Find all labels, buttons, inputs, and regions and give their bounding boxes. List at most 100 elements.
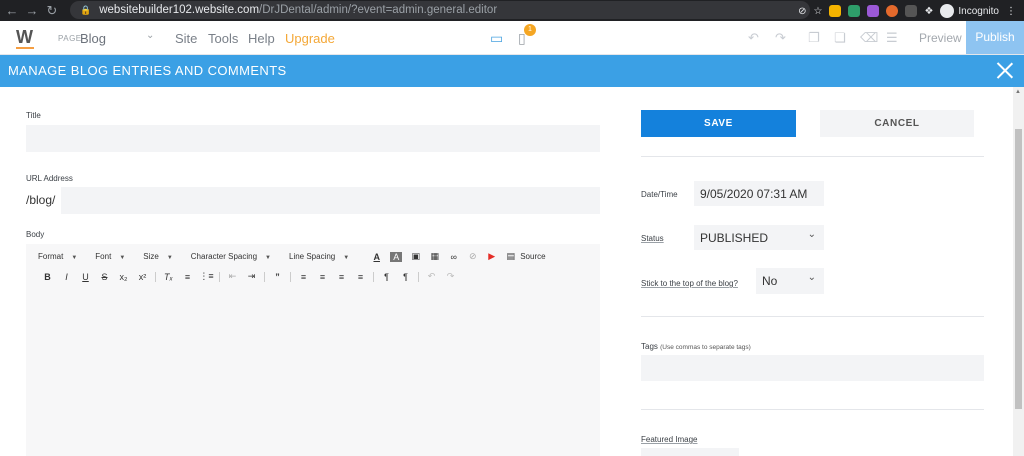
- featured-image-upload[interactable]: [641, 448, 739, 456]
- eye-off-icon[interactable]: ⊘: [798, 6, 806, 17]
- chevron-down-icon: ⌄: [807, 229, 816, 240]
- star-icon[interactable]: ☆: [813, 6, 822, 17]
- menu-help[interactable]: Help: [248, 31, 275, 46]
- scroll-up-icon[interactable]: ▲: [1015, 89, 1021, 95]
- extension-icon[interactable]: [829, 5, 842, 17]
- status-select[interactable]: PUBLISHED ⌄: [694, 225, 824, 250]
- rich-text-editor[interactable]: Format ▼ Font ▼ Size ▼ Character Spacing ▼ L…: [26, 244, 600, 456]
- font-dropdown[interactable]: Font ▼: [95, 252, 125, 261]
- lock-icon: 🔒: [80, 4, 92, 15]
- bg-color-icon[interactable]: A: [390, 251, 403, 262]
- puzzle-icon[interactable]: ❖: [924, 6, 933, 17]
- menu-site[interactable]: Site: [175, 31, 197, 46]
- scrollbar[interactable]: ▲: [1013, 87, 1024, 456]
- featured-image-label: Featured Image: [641, 435, 698, 444]
- justify-icon[interactable]: ≡: [351, 272, 370, 282]
- url-path: /DrJDental/admin/?event=admin.general.ed…: [259, 4, 498, 16]
- image-icon[interactable]: ▣: [406, 251, 425, 262]
- ltr-icon[interactable]: ¶: [377, 272, 396, 282]
- title-label: Title: [26, 111, 41, 120]
- stick-label: Stick to the top of the blog?: [641, 279, 738, 288]
- publish-button[interactable]: Publish: [966, 21, 1024, 54]
- underline-icon[interactable]: U: [76, 272, 95, 282]
- line-spacing-dropdown[interactable]: Line Spacing ▼: [289, 252, 349, 261]
- undo-icon[interactable]: ↶: [422, 271, 441, 282]
- save-button[interactable]: SAVE: [641, 110, 796, 137]
- cancel-button[interactable]: CANCEL: [820, 110, 974, 137]
- copy-icon[interactable]: ❐: [808, 30, 820, 46]
- notification-badge: 1: [524, 24, 536, 36]
- char-spacing-dropdown[interactable]: Character Spacing ▼: [191, 252, 271, 261]
- indent-icon[interactable]: ⇥: [242, 271, 261, 282]
- blockquote-icon[interactable]: ”: [268, 272, 287, 282]
- datetime-label: Date/Time: [641, 190, 678, 199]
- menu-upgrade[interactable]: Upgrade: [285, 31, 335, 46]
- page-prefix: PAGE: [58, 34, 82, 43]
- undo-icon[interactable]: ↶: [748, 30, 759, 46]
- italic-icon[interactable]: I: [57, 272, 76, 282]
- stick-select[interactable]: No ⌄: [756, 268, 824, 294]
- profile-button[interactable]: Incognito: [940, 4, 999, 18]
- datetime-input[interactable]: 9/05/2020 07:31 AM: [694, 181, 824, 206]
- source-button[interactable]: Source: [520, 252, 545, 261]
- bulleted-list-icon[interactable]: ⋮≡: [197, 271, 216, 282]
- superscript-icon[interactable]: x²: [133, 272, 152, 282]
- avatar: [940, 4, 955, 18]
- modal-title: MANAGE BLOG ENTRIES AND COMMENTS: [8, 63, 287, 78]
- numbered-list-icon[interactable]: ≡: [178, 272, 197, 282]
- close-icon[interactable]: [996, 61, 1014, 79]
- tags-label: Tags (Use commas to separate tags): [641, 342, 751, 351]
- preview-button[interactable]: Preview: [919, 31, 962, 45]
- extension-icon[interactable]: [867, 5, 880, 17]
- browser-toolbar: ← → ↻ 🔒 websitebuilder102.website.com/Dr…: [0, 0, 1024, 21]
- extension-icon[interactable]: [886, 5, 899, 17]
- desktop-icon[interactable]: ▭: [490, 30, 503, 47]
- url-input[interactable]: [61, 187, 600, 214]
- title-input[interactable]: [26, 125, 600, 152]
- align-center-icon[interactable]: ≡: [313, 272, 332, 282]
- subscript-icon[interactable]: x₂: [114, 272, 133, 282]
- menu-tools[interactable]: Tools: [208, 31, 238, 46]
- reload-icon[interactable]: ↻: [42, 3, 62, 19]
- strikethrough-icon[interactable]: S: [95, 272, 114, 282]
- format-dropdown[interactable]: Format ▼: [38, 252, 77, 261]
- align-left-icon[interactable]: ≡: [294, 272, 313, 282]
- back-icon[interactable]: ←: [2, 3, 22, 18]
- url-label: URL Address: [26, 174, 73, 183]
- status-value: PUBLISHED: [700, 230, 769, 245]
- paste-icon[interactable]: ❏: [834, 30, 846, 46]
- page-selector[interactable]: Blog: [80, 31, 106, 46]
- logo[interactable]: W: [16, 27, 34, 49]
- rtl-icon[interactable]: ¶: [396, 272, 415, 282]
- status-label: Status: [641, 234, 664, 243]
- extension-icon[interactable]: [848, 5, 861, 17]
- link-icon[interactable]: ∞: [444, 252, 463, 262]
- divider: [641, 316, 984, 317]
- tags-input[interactable]: [641, 355, 984, 381]
- text-color-icon[interactable]: A: [367, 252, 386, 262]
- body-label: Body: [26, 230, 45, 239]
- scrollbar-thumb[interactable]: [1015, 129, 1022, 409]
- trash-icon[interactable]: ⌫: [860, 30, 878, 46]
- source-icon[interactable]: ▤: [501, 251, 520, 262]
- clear-format-icon[interactable]: Tₓ: [159, 272, 178, 282]
- url-host: websitebuilder102.website.com: [99, 4, 260, 16]
- table-icon[interactable]: ▦: [425, 251, 444, 262]
- extension-icon[interactable]: [905, 5, 918, 17]
- url-prefix: /blog/: [26, 193, 56, 207]
- redo-icon[interactable]: ↷: [441, 271, 460, 282]
- unlink-icon[interactable]: ⊘: [463, 251, 482, 262]
- bold-icon[interactable]: B: [38, 272, 57, 282]
- size-dropdown[interactable]: Size ▼: [143, 252, 173, 261]
- forward-icon[interactable]: →: [22, 3, 42, 18]
- editor-topbar: W PAGE Blog ⌄ Site Tools Help Upgrade ▭ …: [0, 21, 1024, 55]
- youtube-icon[interactable]: ▶: [482, 251, 501, 262]
- editor-toolbar-row-2: B I U S x₂ x² Tₓ ≡ ⋮≡ ⇤ ⇥ ” ≡ ≡ ≡ ≡ ¶ ¶ …: [38, 271, 460, 282]
- outdent-icon[interactable]: ⇤: [223, 271, 242, 282]
- align-right-icon[interactable]: ≡: [332, 272, 351, 282]
- chevron-down-icon[interactable]: ⌄: [146, 30, 154, 41]
- redo-icon[interactable]: ↷: [775, 30, 786, 46]
- layers-icon[interactable]: ☰: [886, 30, 898, 46]
- address-bar[interactable]: 🔒 websitebuilder102.website.com/DrJDenta…: [70, 1, 810, 19]
- kebab-menu-icon[interactable]: ⋮: [1006, 6, 1016, 17]
